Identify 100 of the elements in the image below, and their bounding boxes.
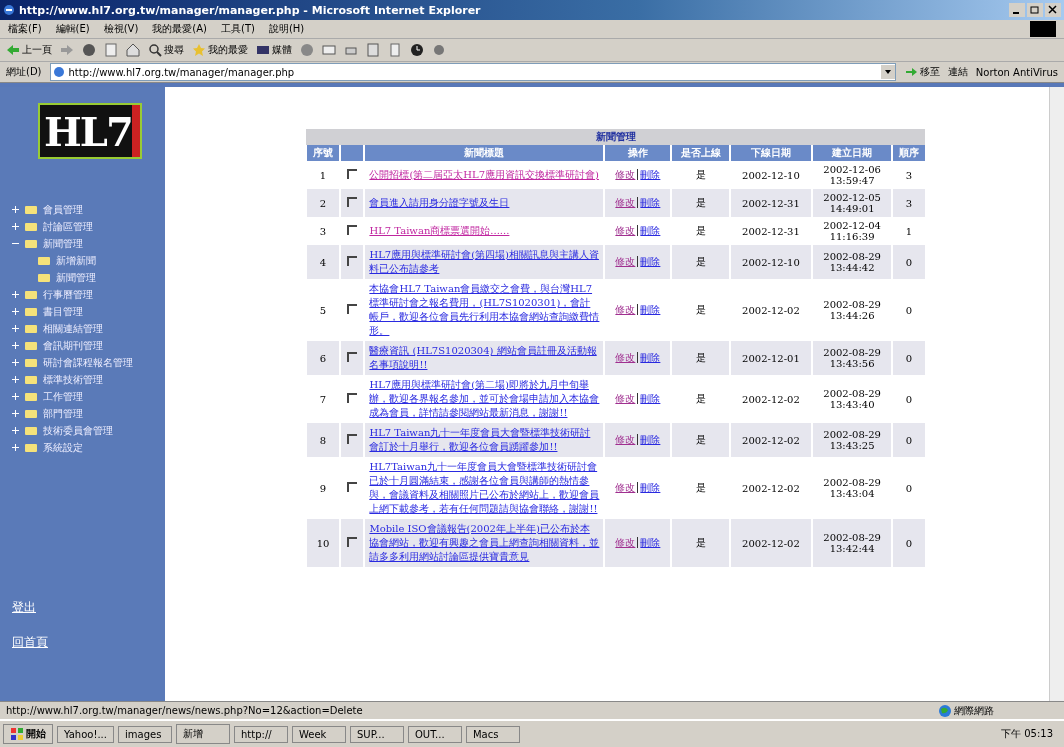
page-icon[interactable] <box>388 43 402 57</box>
search-button[interactable]: 搜尋 <box>148 43 184 57</box>
taskbar-button[interactable]: Yahoo!... <box>57 725 114 743</box>
menu-item[interactable]: 編輯(E) <box>55 22 90 36</box>
delete-link[interactable]: 刪除 <box>640 482 661 493</box>
delete-link[interactable]: 刪除 <box>640 197 661 208</box>
menu-item[interactable]: 檢視(V) <box>103 22 139 36</box>
menu-item[interactable]: 會員管理 <box>43 202 83 217</box>
start-button[interactable]: 開始 <box>3 724 53 744</box>
menu-item[interactable]: 新聞管理 <box>56 270 96 285</box>
delete-link[interactable]: 刪除 <box>640 169 661 180</box>
checkbox[interactable] <box>347 393 358 403</box>
browser-icon <box>3 4 15 16</box>
expand-icon[interactable] <box>12 393 19 400</box>
checkbox[interactable] <box>347 169 358 179</box>
taskbar-button[interactable]: 新增 <box>176 724 230 744</box>
checkbox[interactable] <box>347 304 358 314</box>
menu-item[interactable]: 書目管理 <box>43 304 83 319</box>
news-title-link[interactable]: 本協會HL7 Taiwan會員繳交之會費，與台灣HL7標準研討會之報名費用，(HL7S1020301)，會計帳戶，歡迎各位會員先行利用本協會網站查詢繳費情形。 <box>369 282 600 338</box>
menu-item[interactable]: 新聞管理 <box>43 236 83 251</box>
taskbar-button[interactable]: OUT... <box>408 725 462 743</box>
expand-icon[interactable] <box>12 206 19 213</box>
expand-icon[interactable] <box>12 308 19 315</box>
clock-icon[interactable] <box>410 43 424 57</box>
delete-link[interactable]: 刪除 <box>640 537 661 548</box>
expand-icon[interactable] <box>12 359 19 366</box>
edit-link[interactable]: 修改 <box>615 352 639 363</box>
menu-item[interactable]: 相關連結管理 <box>43 321 103 336</box>
norton-button[interactable]: Norton AntiVirus <box>975 66 1058 78</box>
checkbox[interactable] <box>347 352 358 362</box>
news-title-link[interactable]: HL7應用與標準研討會(第二場)即將於九月中旬舉辦，歡迎各界報名參加，並可於會場申請加入本協會成為會員，詳情請參閱網站最新消息，謝謝!! <box>369 378 600 420</box>
menu-item[interactable]: 工具(T) <box>221 22 255 36</box>
menu-item[interactable]: 研討會課程報名管理 <box>43 355 133 370</box>
delete-link[interactable]: 刪除 <box>640 225 661 236</box>
checkbox[interactable] <box>347 434 358 444</box>
menu-item[interactable]: 說明(H) <box>268 22 305 36</box>
menu-item[interactable]: 部門管理 <box>43 406 83 421</box>
news-title-link[interactable]: HL7Taiwan九十一年度會員大會暨標準技術研討會已於十月圓滿結束，感謝各位會員與講師的熱情參與，會議資料及相關照片已公布於網站上，歡迎會員上網下載參考，若有任何問題請與協會聯絡，謝謝!! <box>369 460 600 516</box>
edit-link[interactable]: 修改 <box>615 169 639 180</box>
table-cell: 8 <box>306 423 341 457</box>
edit-link[interactable]: 修改 <box>615 537 639 548</box>
checkbox[interactable] <box>347 225 358 235</box>
favorites-button[interactable]: 我的最愛 <box>192 43 248 57</box>
back-button[interactable]: 上一頁 <box>6 43 52 57</box>
scrollbar[interactable] <box>1049 87 1064 701</box>
edit-link[interactable]: 修改 <box>615 256 639 267</box>
menu-item[interactable]: 技術委員會管理 <box>43 423 113 438</box>
menu-item[interactable]: 檔案(F) <box>8 22 42 36</box>
expand-icon[interactable] <box>12 291 19 298</box>
edit-link[interactable]: 修改 <box>615 482 639 493</box>
delete-link[interactable]: 刪除 <box>640 304 661 315</box>
delete-link[interactable]: 刪除 <box>640 352 661 363</box>
dropdown-icon[interactable] <box>880 65 895 79</box>
taskbar-button[interactable]: images <box>118 725 172 743</box>
taskbar-button[interactable]: Macs <box>466 725 520 743</box>
links-button[interactable]: 連結 <box>947 65 968 79</box>
taskbar-button[interactable]: http:// <box>234 725 288 743</box>
expand-icon[interactable] <box>12 325 19 332</box>
menu-item[interactable]: 討論區管理 <box>43 219 93 234</box>
taskbar-button[interactable]: SUP... <box>350 725 404 743</box>
edit-link[interactable]: 修改 <box>615 304 639 315</box>
column-header: 序號 <box>306 145 341 161</box>
menu-item[interactable]: 會訊期刊管理 <box>43 338 103 353</box>
news-title-link[interactable]: 公開招標(第二屆亞太HL7應用資訊交換標準研討會) <box>369 168 600 182</box>
taskbar-button[interactable]: Week <box>292 725 346 743</box>
home-icon[interactable] <box>126 43 140 57</box>
menu-item[interactable]: 工作管理 <box>43 389 83 404</box>
menu-item[interactable]: 系統設定 <box>43 440 83 455</box>
checkbox[interactable] <box>347 537 358 547</box>
edit-link[interactable]: 修改 <box>615 225 639 236</box>
delete-link[interactable]: 刪除 <box>640 393 661 404</box>
menu-item[interactable]: 我的最愛(A) <box>152 22 207 36</box>
news-title-link[interactable]: HL7 Taiwan商標票選開始...... <box>369 224 600 238</box>
collapse-icon[interactable] <box>12 240 19 247</box>
nav-link[interactable]: 登出 <box>12 599 165 616</box>
table-cell: 0 <box>892 423 925 457</box>
checkbox[interactable] <box>347 256 358 266</box>
edit-link[interactable]: 修改 <box>615 393 639 404</box>
address-field[interactable]: http://www.hl7.org.tw/manager/manager.php <box>49 63 896 81</box>
checkbox[interactable] <box>347 197 358 207</box>
nav-link[interactable]: 回首頁 <box>12 634 165 651</box>
go-button[interactable]: 移至 <box>903 65 940 79</box>
expand-icon[interactable] <box>12 223 19 230</box>
expand-icon[interactable] <box>12 342 19 349</box>
expand-icon[interactable] <box>12 444 19 451</box>
delete-link[interactable]: 刪除 <box>640 434 661 445</box>
expand-icon[interactable] <box>12 410 19 417</box>
media-button[interactable]: 媒體 <box>256 43 292 57</box>
expand-icon[interactable] <box>12 427 19 434</box>
edit-link[interactable]: 修改 <box>615 197 639 208</box>
search-icon <box>148 43 162 57</box>
expand-icon[interactable] <box>12 376 19 383</box>
menu-item[interactable]: 標準技術管理 <box>43 372 103 387</box>
delete-link[interactable]: 刪除 <box>640 256 661 267</box>
column-header: 下線日期 <box>729 145 813 161</box>
menu-item[interactable]: 新增新聞 <box>56 253 96 268</box>
edit-link[interactable]: 修改 <box>615 434 639 445</box>
table-cell: 是 <box>671 189 730 217</box>
menu-item[interactable]: 行事曆管理 <box>43 287 93 302</box>
checkbox[interactable] <box>347 482 358 492</box>
